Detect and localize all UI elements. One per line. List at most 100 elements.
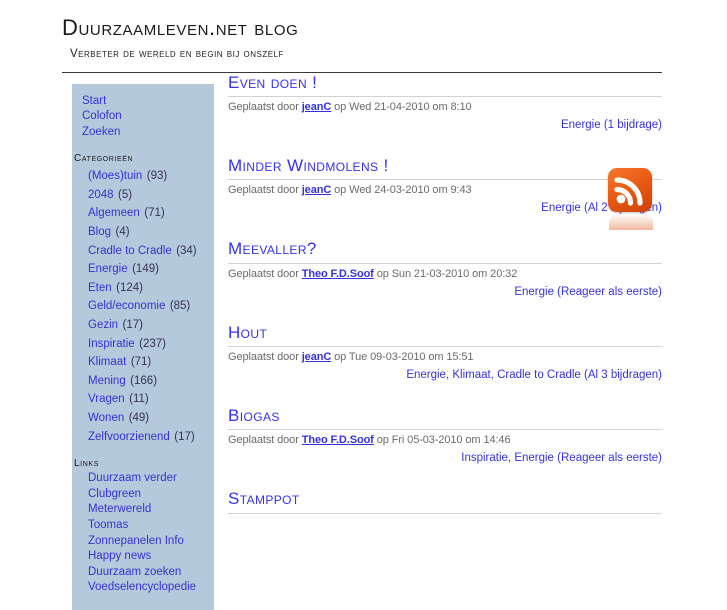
meta-prefix: Geplaatst door <box>228 100 302 113</box>
meta-suffix: op Tue 09-03-2010 om 15:51 <box>331 351 474 364</box>
rss-feed-button[interactable] <box>608 167 660 230</box>
category-count: (71) <box>130 356 152 369</box>
sidebar-category-gezin[interactable]: Gezin <box>88 319 118 331</box>
post-author-link[interactable]: jeanC <box>302 351 332 363</box>
post-category-link[interactable]: Energie <box>514 286 554 298</box>
post-meta: Geplaatst door Theo F.D.Soof op Fri 05-0… <box>228 433 662 448</box>
rss-icon-reflection <box>609 213 653 230</box>
list-item: Energie (149) <box>88 259 214 278</box>
sidebar-item-colofon[interactable]: Colofon <box>82 109 214 125</box>
sidebar-link-happy-news[interactable]: Happy news <box>88 549 214 565</box>
list-item: (Moes)tuin (93) <box>88 166 214 185</box>
post-divider <box>228 429 662 431</box>
category-count: (237) <box>139 337 166 350</box>
post-meta: Geplaatst door jeanC op Tue 09-03-2010 o… <box>228 350 662 365</box>
meta-suffix: op Fri 05-03-2010 om 14:46 <box>373 434 511 447</box>
sidebar-category-energie[interactable]: Energie <box>88 263 128 275</box>
post-meta: Geplaatst door jeanC op Wed 21-04-2010 o… <box>228 100 662 115</box>
sidebar-category-eten[interactable]: Eten <box>88 282 112 294</box>
post-divider <box>228 95 662 97</box>
meta-prefix: Geplaatst door <box>228 351 302 364</box>
meta-prefix: Geplaatst door <box>228 184 302 197</box>
post-comment-count[interactable]: (Reageer als eerste) <box>557 286 662 298</box>
sidebar-category-inspiratie[interactable]: Inspiratie <box>88 338 135 350</box>
post-title-link[interactable]: Biogas <box>228 406 662 426</box>
category-count: (49) <box>128 412 150 424</box>
sidebar-category-geld-economie[interactable]: Geld/economie <box>88 300 165 312</box>
post-meta: Geplaatst door jeanC op Wed 24-03-2010 o… <box>228 183 662 198</box>
post-categories: Energie (1 bijdrage) <box>228 117 662 133</box>
category-count: (166) <box>130 374 158 387</box>
sidebar: Start Colofon Zoeken Categorieën (Moes)t… <box>72 83 214 610</box>
category-count: (5) <box>118 188 133 201</box>
category-count: (34) <box>176 244 197 257</box>
list-item: Meterwereld <box>88 502 214 518</box>
post-author-link[interactable]: Theo F.D.Soof <box>302 434 374 446</box>
post-item: Biogas Geplaatst door Theo F.D.Soof op F… <box>228 406 662 466</box>
sidebar-link-duurzaam-zoeken[interactable]: Duurzaam zoeken <box>88 565 214 581</box>
post-category-link[interactable]: Energie, Klimaat, Cradle to Cradle <box>406 369 581 381</box>
sidebar-link-zonnepanelen-info[interactable]: Zonnepanelen Info <box>88 534 214 550</box>
list-item: Toomas <box>88 518 214 534</box>
post-category-link[interactable]: Energie <box>541 202 581 214</box>
list-item: Klimaat (71) <box>88 352 214 371</box>
sidebar-category-algemeen[interactable]: Algemeen <box>88 207 140 219</box>
post-categories: Inspiratie, Energie (Reageer als eerste) <box>228 450 662 466</box>
post-title-link[interactable]: Stamppot <box>228 489 662 509</box>
category-count: (71) <box>144 207 165 220</box>
post-category-link[interactable]: Energie <box>561 119 601 131</box>
meta-prefix: Geplaatst door <box>228 267 302 280</box>
sidebar-categories-list: (Moes)tuin (93) 2048 (5) Algemeen (71) B… <box>72 166 214 445</box>
meta-suffix: op Wed 24-03-2010 om 9:43 <box>331 184 472 197</box>
post-item: Even doen ! Geplaatst door jeanC op Wed … <box>228 73 662 133</box>
post-author-link[interactable]: jeanC <box>302 101 332 113</box>
site-tagline: Verbeter de wereld en begin bij onszelf <box>70 47 284 60</box>
post-comment-count[interactable]: (Reageer als eerste) <box>557 452 662 464</box>
category-count: (149) <box>132 263 159 276</box>
sidebar-category-cradle-to-cradle[interactable]: Cradle to Cradle <box>88 245 172 257</box>
post-author-link[interactable]: jeanC <box>302 184 332 196</box>
post-title-link[interactable]: Hout <box>228 323 662 343</box>
category-count: (124) <box>116 281 143 294</box>
post-category-link[interactable]: Inspiratie, Energie <box>461 452 554 464</box>
meta-suffix: op Sun 21-03-2010 om 20:32 <box>373 267 518 280</box>
rss-icon[interactable] <box>608 167 652 212</box>
post-item: Meevaller? Geplaatst door Theo F.D.Soof … <box>228 239 662 299</box>
sidebar-link-meterwereld[interactable]: Meterwereld <box>88 502 214 518</box>
category-count: (93) <box>146 170 168 183</box>
post-title-link[interactable]: Even doen ! <box>228 73 662 93</box>
post-item: Minder Windmolens ! Geplaatst door jeanC… <box>228 156 662 216</box>
sidebar-category-zelfvoorzienend[interactable]: Zelfvoorzienend <box>88 431 170 443</box>
sidebar-link-voedselencyclopedie[interactable]: Voedselencyclopedie <box>88 580 214 596</box>
sidebar-nav-list: Start Colofon Zoeken <box>72 94 214 141</box>
list-item: Start <box>82 94 214 110</box>
post-comment-count[interactable]: (Al 3 bijdragen) <box>584 369 662 381</box>
list-item: Vragen (11) <box>88 389 214 408</box>
sidebar-link-clubgreen[interactable]: Clubgreen <box>88 487 214 503</box>
sidebar-category-vragen[interactable]: Vragen <box>88 393 125 405</box>
sidebar-category-wonen[interactable]: Wonen <box>88 412 124 424</box>
post-categories: Energie (Reageer als eerste) <box>228 284 662 300</box>
sidebar-category-mening[interactable]: Mening <box>88 375 126 387</box>
sidebar-category-2048[interactable]: 2048 <box>88 189 114 201</box>
category-count: (11) <box>129 393 149 406</box>
sidebar-category-moestuin[interactable]: (Moes)tuin <box>88 170 142 182</box>
sidebar-category-blog[interactable]: Blog <box>88 226 111 238</box>
page-title: Duurzaamleven.net blog <box>62 15 299 40</box>
list-item: Gezin (17) <box>88 315 214 334</box>
post-title-link[interactable]: Minder Windmolens ! <box>228 156 662 176</box>
sidebar-link-toomas[interactable]: Toomas <box>88 518 214 534</box>
meta-suffix: op Wed 21-04-2010 om 8:10 <box>331 100 472 113</box>
sidebar-category-klimaat[interactable]: Klimaat <box>88 356 126 368</box>
post-divider <box>228 346 662 348</box>
sidebar-link-duurzaam-verder[interactable]: Duurzaam verder <box>88 471 214 487</box>
sidebar-item-zoeken[interactable]: Zoeken <box>82 125 214 141</box>
post-author-link[interactable]: Theo F.D.Soof <box>302 268 374 280</box>
sidebar-item-start[interactable]: Start <box>82 94 214 110</box>
post-title-link[interactable]: Meevaller? <box>228 239 662 259</box>
list-item: Voedselencyclopedie <box>88 580 214 596</box>
post-list: Even doen ! Geplaatst door jeanC op Wed … <box>228 73 662 537</box>
post-comment-count[interactable]: (1 bijdrage) <box>604 119 662 131</box>
post-item: Stamppot <box>228 489 662 514</box>
list-item: Wonen (49) <box>88 408 214 427</box>
